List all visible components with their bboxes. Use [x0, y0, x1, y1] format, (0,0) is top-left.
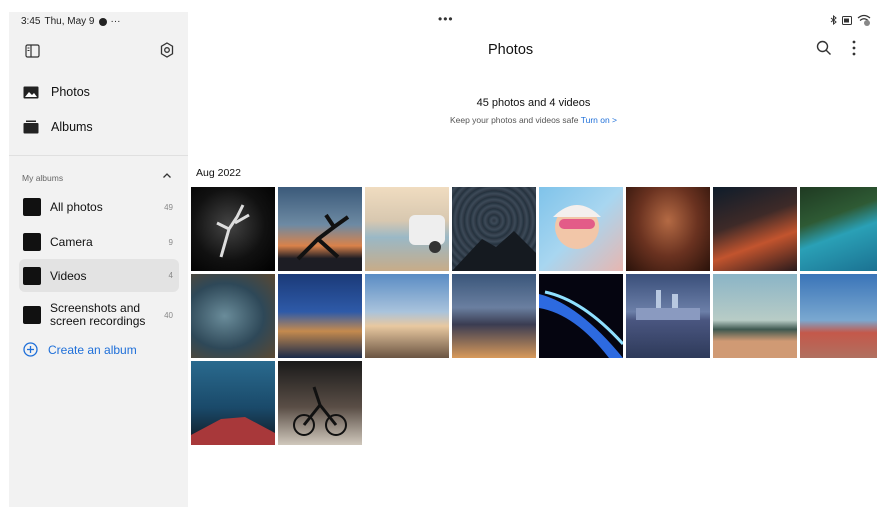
search-icon — [816, 40, 831, 55]
face-shape — [553, 205, 601, 249]
wifi-icon — [857, 14, 871, 26]
sidebar-divider — [9, 155, 188, 156]
album-item-camera[interactable]: Camera 9 — [19, 231, 179, 253]
backup-text: Keep your photos and videos safe — [449, 115, 579, 125]
collapse-section-button[interactable] — [162, 171, 172, 181]
photo-abstract-fabric[interactable] — [191, 274, 275, 358]
chevron-up-icon — [163, 173, 171, 178]
light-streak — [539, 290, 623, 358]
photo-cyclist[interactable] — [278, 361, 362, 445]
window-handle-dots[interactable]: ••• — [438, 12, 454, 26]
sidebar-item-label: Photos — [51, 85, 90, 99]
sidebar-panel-icon — [24, 44, 40, 58]
plus-circle-icon — [23, 342, 38, 357]
album-count: 4 — [168, 271, 173, 280]
photo-woman-portrait[interactable] — [626, 187, 710, 271]
photo-skyline-reflection[interactable] — [626, 274, 710, 358]
notification-dot-icon — [98, 17, 107, 26]
photo-grid — [191, 187, 877, 445]
photo-car-beach[interactable] — [365, 187, 449, 271]
photo-desert-dunes[interactable] — [713, 187, 797, 271]
car-shape — [409, 215, 445, 253]
search-button[interactable] — [816, 40, 832, 61]
status-bar-right — [830, 14, 871, 26]
create-album-button[interactable]: Create an album — [23, 342, 137, 357]
photo-aerial-coast[interactable] — [800, 187, 877, 271]
section-label-my-albums: My albums — [22, 173, 64, 183]
album-thumbnail — [23, 198, 41, 216]
more-options-button[interactable] — [851, 40, 857, 61]
page-title: Photos — [488, 42, 534, 58]
photo-abstract-blue-light[interactable] — [539, 274, 623, 358]
more-vertical-icon — [852, 40, 856, 56]
album-label: Camera — [50, 235, 93, 249]
album-thumbnail — [23, 306, 41, 324]
album-item-videos[interactable]: Videos 4 — [19, 259, 179, 292]
album-count: 40 — [164, 310, 173, 320]
photo-mountain-dusk[interactable] — [713, 274, 797, 358]
battery-icon — [842, 15, 852, 25]
album-label: Videos — [50, 268, 87, 283]
library-summary: 45 photos and 4 videos — [476, 97, 591, 109]
album-thumbnail — [23, 266, 41, 285]
album-label: Screenshots and screen recordings — [50, 301, 146, 328]
dancer-silhouette — [216, 204, 250, 258]
settings-button[interactable] — [157, 40, 177, 60]
backup-prompt: Keep your photos and videos safe Turn on… — [190, 115, 877, 125]
sidebar-item-label: Albums — [51, 120, 93, 134]
status-date: Thu, May 9 — [44, 16, 95, 27]
album-label: All photos — [50, 200, 103, 214]
date-group-header: Aug 2022 — [196, 167, 241, 179]
toggle-sidebar-button[interactable] — [23, 42, 41, 60]
photo-sprinter[interactable] — [278, 187, 362, 271]
sidebar-item-albums[interactable]: Albums — [23, 120, 93, 134]
albums-icon — [23, 120, 39, 134]
photo-city-dusk[interactable] — [452, 274, 536, 358]
cyclist-shape — [293, 386, 347, 436]
bluetooth-icon — [830, 15, 837, 25]
photo-girl-sunglasses[interactable] — [539, 187, 623, 271]
sidebar: 3:45 Thu, May 9 ··· Photos Albums My alb… — [9, 12, 188, 507]
photo-dancer[interactable] — [191, 187, 275, 271]
photo-red-mountain[interactable] — [800, 274, 877, 358]
album-item-all-photos[interactable]: All photos 49 — [19, 196, 179, 218]
album-item-screenshots[interactable]: Screenshots and screen recordings 40 — [19, 300, 179, 330]
gear-icon — [160, 42, 174, 58]
photo-forbidden-city-night[interactable] — [278, 274, 362, 358]
volcano-shape — [191, 417, 275, 445]
photo-star-trails[interactable] — [452, 187, 536, 271]
sprinter-silhouette — [296, 213, 350, 261]
image-icon — [23, 86, 39, 98]
status-time: 3:45 — [21, 16, 41, 27]
status-bar-left: 3:45 Thu, May 9 ··· — [21, 16, 121, 27]
album-count: 49 — [164, 202, 173, 212]
photo-volcano-night[interactable] — [191, 361, 275, 445]
create-album-label: Create an album — [48, 342, 137, 357]
album-count: 9 — [168, 237, 173, 247]
album-thumbnail — [23, 233, 41, 251]
mountain-shape — [452, 231, 536, 271]
turn-on-backup-link[interactable]: Turn on > — [581, 115, 617, 125]
sidebar-item-photos[interactable]: Photos — [23, 85, 90, 99]
skyline-shape — [636, 290, 700, 320]
photo-palace-sunset[interactable] — [365, 274, 449, 358]
status-extra: ··· — [110, 16, 121, 27]
